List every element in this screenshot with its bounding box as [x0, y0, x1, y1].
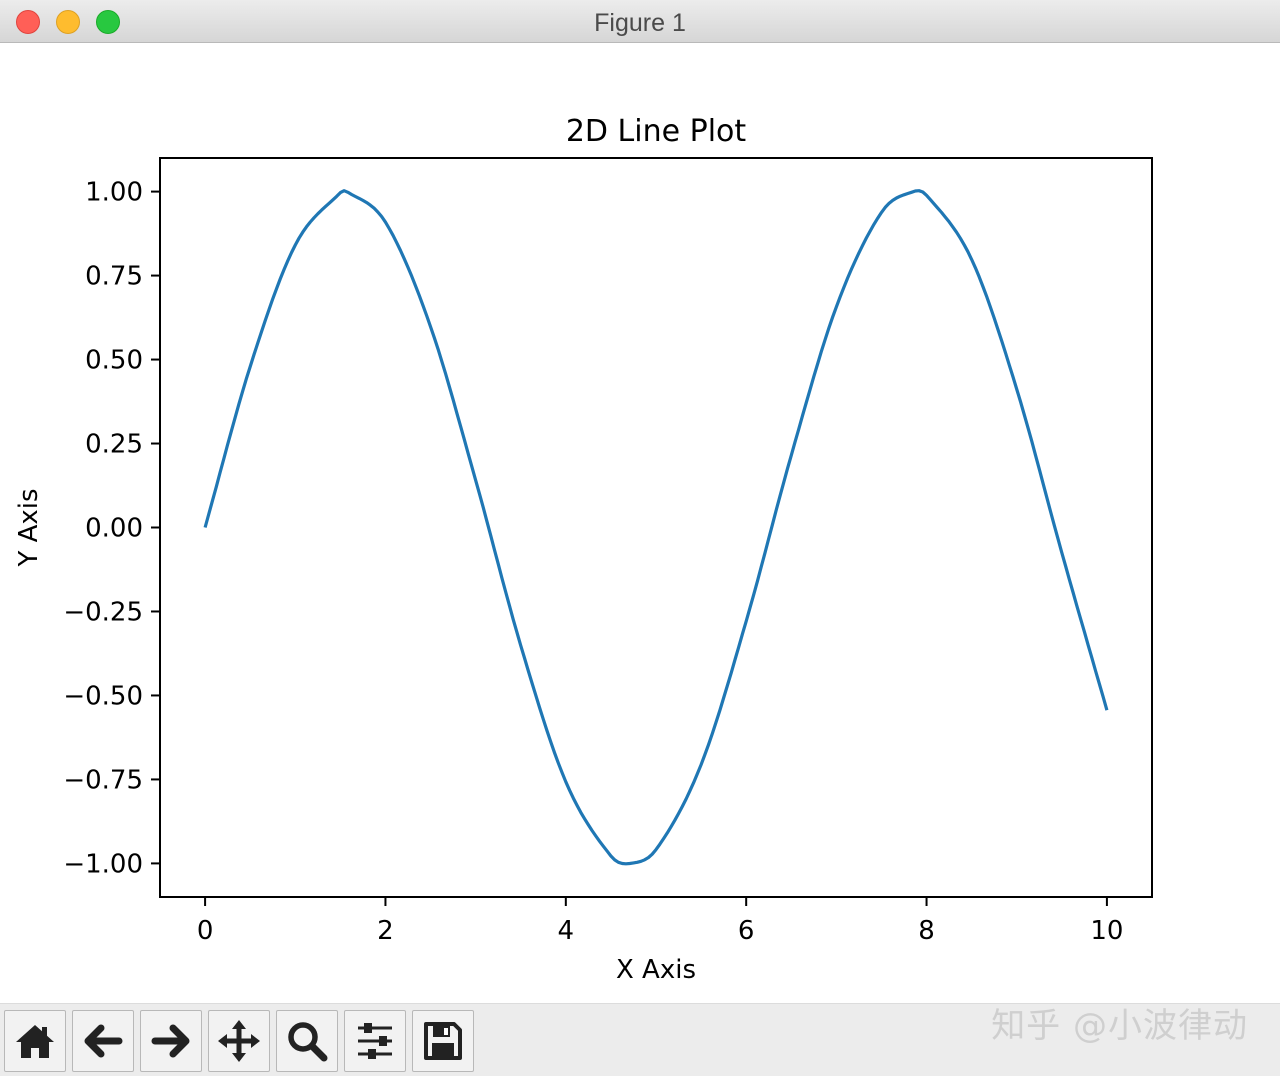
- move-icon: [218, 1020, 260, 1062]
- figure-canvas: 2D Line Plot 0 2 4 6 8 10 −1.00 −0.75 −0.50 −0.25 0…: [14, 114, 1153, 985]
- chart-title: 2D Line Plot: [566, 114, 747, 149]
- y-tick-label: 1.00: [85, 178, 143, 208]
- x-axis-label: X Axis: [616, 955, 696, 985]
- arrow-right-icon: [151, 1024, 190, 1058]
- arrow-left-icon: [84, 1024, 123, 1058]
- home-icon: [16, 1025, 54, 1058]
- x-tick-label: 4: [558, 916, 575, 946]
- x-tick-label: 10: [1090, 916, 1123, 946]
- save-icon: [424, 1022, 462, 1060]
- home-button[interactable]: [4, 1010, 66, 1072]
- y-tick-label: −1.00: [63, 849, 143, 879]
- configure-subplots-button[interactable]: [344, 1010, 406, 1072]
- y-tick-label: −0.50: [63, 681, 143, 711]
- watermark: 知乎 @小波律动: [991, 1006, 1248, 1046]
- pan-button[interactable]: [208, 1010, 270, 1072]
- y-tick-label: 0.75: [85, 262, 143, 292]
- window-titlebar: Figure 1: [0, 0, 1280, 43]
- y-tick-label: −0.25: [63, 597, 143, 627]
- zoom-button[interactable]: [276, 1010, 338, 1072]
- y-axis-label: Y Axis: [14, 488, 44, 567]
- x-tick-label: 8: [918, 916, 935, 946]
- sliders-icon: [358, 1023, 392, 1059]
- x-tick-label: 2: [377, 916, 394, 946]
- window-title: Figure 1: [594, 9, 686, 37]
- y-tick-label: 0.25: [85, 430, 143, 460]
- forward-button[interactable]: [140, 1010, 202, 1072]
- y-tick-label: −0.75: [63, 765, 143, 795]
- back-button[interactable]: [72, 1010, 134, 1072]
- y-tick-label: 0.50: [85, 346, 143, 376]
- save-button[interactable]: [412, 1010, 474, 1072]
- zoom-icon: [288, 1022, 328, 1062]
- x-tick-label: 6: [738, 916, 755, 946]
- x-tick-label: 0: [197, 916, 214, 946]
- y-tick-label: 0.00: [85, 514, 143, 544]
- axes-frame: [159, 157, 1153, 898]
- series-line-0: [203, 189, 1109, 866]
